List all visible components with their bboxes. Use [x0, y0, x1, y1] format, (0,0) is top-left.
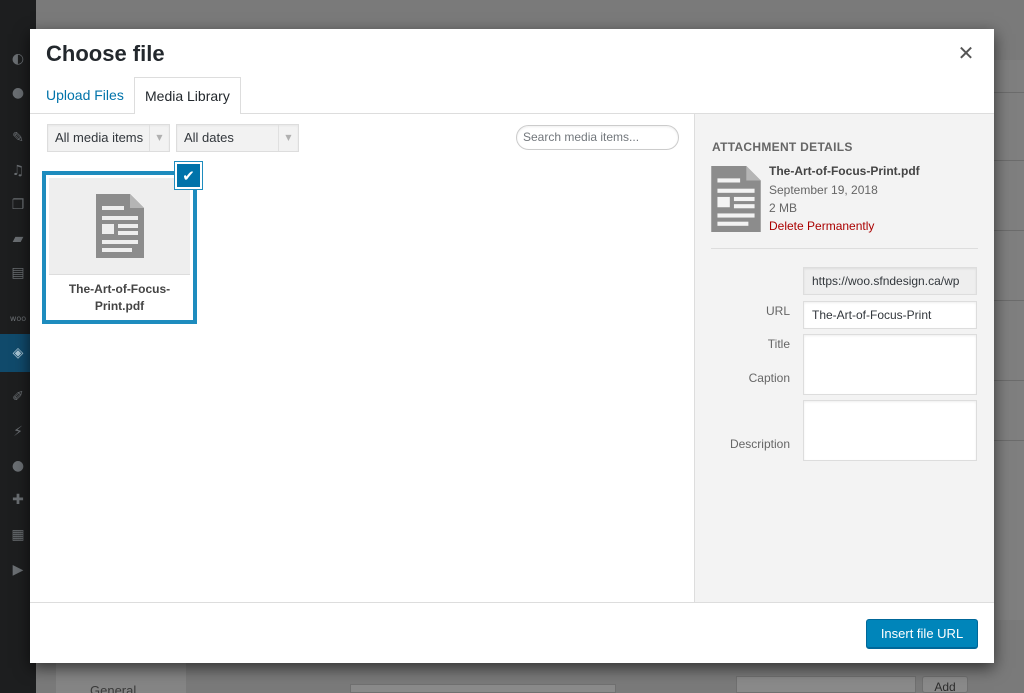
backdrop-input-right: [736, 676, 916, 693]
date-filter[interactable]: All dates ▼: [176, 124, 299, 152]
backdrop-menu: General: [56, 663, 186, 693]
backdrop-input: [350, 684, 616, 693]
attachment-filename-line2: Print.pdf: [94, 299, 145, 313]
dashboard-icon: ◐: [11, 51, 25, 67]
caption-field[interactable]: [803, 334, 977, 395]
checkmark-icon[interactable]: ✔: [175, 162, 202, 189]
backdrop-right-column: [994, 60, 1024, 620]
attachment-filename-line1: The-Art-of-Focus-: [68, 282, 171, 296]
url-field[interactable]: https://woo.sfndesign.ca/wp: [803, 267, 977, 295]
users-icon: ●: [11, 458, 25, 474]
caption-label: Caption: [748, 371, 790, 385]
forms-icon: ▤: [11, 265, 25, 281]
tools-icon: ✚: [12, 492, 24, 508]
insert-file-url-button[interactable]: Insert file URL: [866, 619, 978, 649]
backdrop-menu-item: General: [90, 683, 137, 693]
chevron-down-icon: ▼: [278, 125, 298, 151]
pages-icon: ❐: [11, 197, 25, 213]
attachment-item[interactable]: The-Art-of-Focus- Print.pdf: [42, 171, 197, 324]
close-icon[interactable]: ✕: [954, 41, 978, 65]
description-label: Description: [729, 437, 790, 451]
product-box-icon: ◈: [12, 345, 24, 361]
date-filter-value: All dates: [184, 130, 234, 145]
title-label: Title: [767, 337, 790, 351]
modal-title: Choose file: [46, 41, 165, 66]
search-input[interactable]: Search media items...: [516, 125, 679, 150]
media-browser: All media items ▼ All dates ▼ Search med…: [30, 114, 694, 602]
url-label: URL: [765, 304, 790, 318]
media-modal: Choose file ✕ Upload Files Media Library…: [30, 29, 994, 663]
modal-footer: Insert file URL: [30, 602, 994, 663]
attachment-details-heading: ATTACHMENT DETAILS: [712, 140, 853, 154]
media-type-filter-value: All media items: [55, 130, 144, 145]
description-field[interactable]: [803, 400, 977, 461]
plugins-icon: ⚡: [13, 424, 23, 440]
appearance-icon: ✐: [12, 389, 24, 405]
tab-media-library[interactable]: Media Library: [134, 77, 241, 115]
document-icon: [95, 194, 144, 258]
media-icon: ♫: [11, 163, 25, 179]
comments-icon: ▰: [12, 231, 24, 247]
tab-upload-files[interactable]: Upload Files: [36, 77, 134, 114]
backdrop-add-button: Add: [922, 676, 968, 693]
woo-icon: woo: [9, 313, 27, 323]
update-icon: ●: [11, 85, 25, 101]
attachment-details-panel: ATTACHMENT DETAILS The-Art-of-Focus-Prin…: [694, 114, 994, 602]
media-type-filter[interactable]: All media items ▼: [47, 124, 170, 152]
delete-permanently-link[interactable]: Delete Permanently: [769, 219, 874, 233]
details-divider: [711, 248, 978, 249]
pin-icon: ✎: [12, 130, 24, 146]
collapse-icon: ▶: [12, 562, 24, 578]
attachment-filename: The-Art-of-Focus- Print.pdf: [49, 274, 190, 318]
document-icon: [711, 166, 761, 232]
details-file-size: 2 MB: [769, 201, 798, 215]
title-field[interactable]: The-Art-of-Focus-Print: [803, 301, 977, 329]
details-upload-date: September 19, 2018: [769, 183, 878, 197]
settings-icon: ▦: [11, 527, 25, 543]
modal-tabs: Upload Files Media Library: [30, 77, 994, 115]
chevron-down-icon: ▼: [149, 125, 169, 151]
attachment-thumbnail: [49, 178, 190, 274]
details-filename: The-Art-of-Focus-Print.pdf: [769, 164, 920, 178]
